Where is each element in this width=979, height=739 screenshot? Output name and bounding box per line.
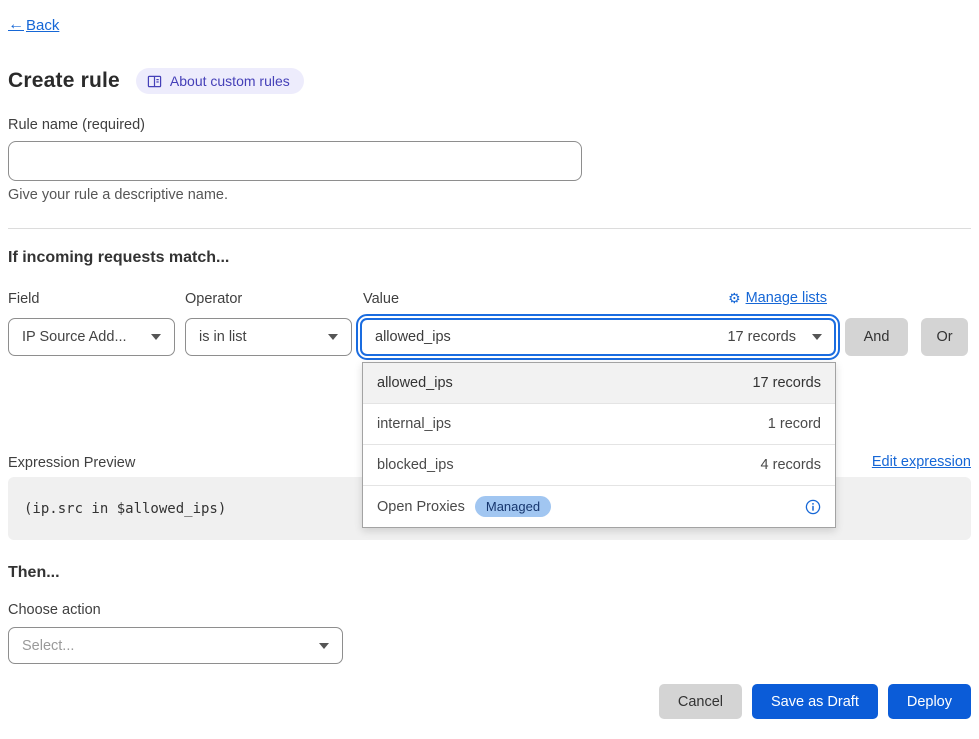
field-label: Field <box>8 291 39 307</box>
chevron-down-icon <box>812 334 822 340</box>
page-title: Create rule <box>8 69 120 93</box>
expression-preview-label: Expression Preview <box>8 455 135 471</box>
action-select[interactable]: Select... <box>8 627 343 664</box>
choose-action-label: Choose action <box>8 602 101 618</box>
edit-expression-link[interactable]: Edit expression <box>872 454 971 470</box>
list-option-blocked-ips[interactable]: blocked_ips 4 records <box>363 445 835 486</box>
section-divider <box>8 228 971 229</box>
list-option-name: Open Proxies <box>377 499 465 515</box>
info-icon[interactable] <box>805 499 821 515</box>
save-as-draft-button[interactable]: Save as Draft <box>752 684 878 719</box>
create-rule-page: ← Back Create rule About custom rules Ru… <box>0 0 979 739</box>
value-select-value: allowed_ips <box>375 329 727 345</box>
about-custom-rules-link[interactable]: About custom rules <box>136 68 304 94</box>
field-select[interactable]: IP Source Add... <box>8 318 175 356</box>
value-records-count: 17 records <box>727 329 796 345</box>
match-section-heading: If incoming requests match... <box>8 249 229 267</box>
operator-select[interactable]: is in list <box>185 318 352 356</box>
list-option-records: 1 record <box>768 416 821 432</box>
title-row: Create rule About custom rules <box>8 68 304 94</box>
action-select-placeholder: Select... <box>22 638 74 654</box>
chevron-down-icon <box>328 334 338 340</box>
rule-name-label: Rule name (required) <box>8 117 145 133</box>
footer-actions: Cancel Save as Draft Deploy <box>659 684 971 719</box>
rule-name-input[interactable] <box>8 141 582 181</box>
list-option-records: 4 records <box>761 457 821 473</box>
about-badge-label: About custom rules <box>170 73 290 89</box>
book-icon <box>147 74 162 89</box>
operator-label: Operator <box>185 291 242 307</box>
list-option-records: 17 records <box>752 375 821 391</box>
list-option-name: allowed_ips <box>377 375 453 391</box>
rule-name-helper: Give your rule a descriptive name. <box>8 187 228 203</box>
list-dropdown: allowed_ips 17 records internal_ips 1 re… <box>362 362 836 528</box>
list-option-open-proxies[interactable]: Open Proxies Managed <box>363 486 835 527</box>
expression-code: (ip.src in $allowed_ips) <box>24 477 226 540</box>
and-button[interactable]: And <box>845 318 908 356</box>
chevron-down-icon <box>319 643 329 649</box>
cancel-button[interactable]: Cancel <box>659 684 742 719</box>
back-link[interactable]: ← Back <box>8 16 59 34</box>
chevron-down-icon <box>151 334 161 340</box>
operator-select-value: is in list <box>199 329 247 345</box>
back-arrow-icon: ← <box>8 16 24 34</box>
list-option-name: blocked_ips <box>377 457 454 473</box>
back-label: Back <box>26 17 59 34</box>
deploy-button[interactable]: Deploy <box>888 684 971 719</box>
list-option-allowed-ips[interactable]: allowed_ips 17 records <box>363 363 835 404</box>
manage-lists: ⚙ Manage lists <box>728 290 827 306</box>
gear-icon: ⚙ <box>728 291 741 305</box>
list-option-name: internal_ips <box>377 416 451 432</box>
managed-badge: Managed <box>475 496 551 517</box>
field-select-value: IP Source Add... <box>22 329 127 345</box>
then-section-heading: Then... <box>8 564 60 582</box>
list-option-internal-ips[interactable]: internal_ips 1 record <box>363 404 835 445</box>
value-label: Value <box>363 291 399 307</box>
or-button[interactable]: Or <box>921 318 968 356</box>
manage-lists-link[interactable]: Manage lists <box>746 290 827 306</box>
value-select[interactable]: allowed_ips 17 records <box>360 318 836 356</box>
